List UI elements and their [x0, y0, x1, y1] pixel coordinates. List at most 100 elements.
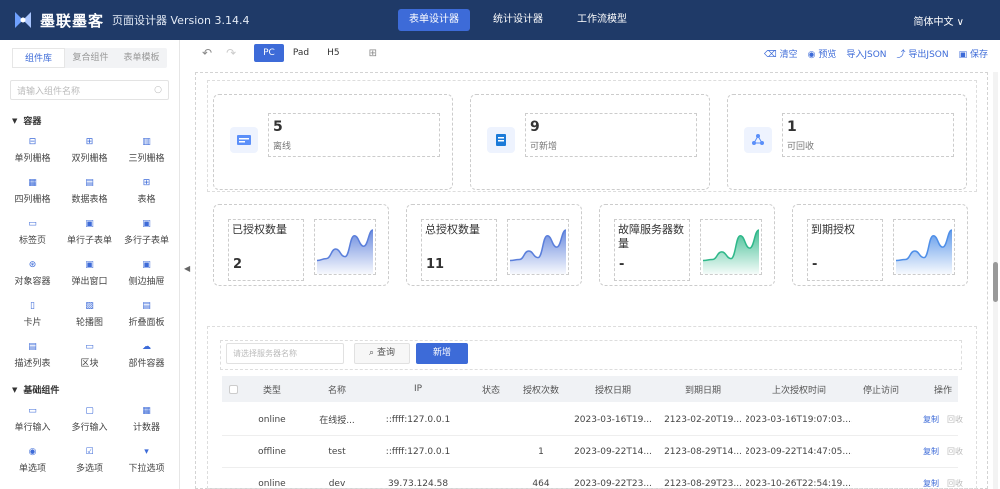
table-cell: 2123-08-29T14...	[664, 446, 742, 457]
sparkline-svg	[509, 229, 567, 274]
trash-icon: ⌫	[764, 50, 780, 60]
sparkline-chart	[314, 219, 376, 275]
component-item[interactable]: ▣ 侧边抽屉	[118, 260, 175, 287]
component-item[interactable]: ▤ 折叠面板	[118, 301, 175, 328]
nav-tab-2[interactable]: 工作流模型	[566, 9, 638, 31]
component-label: 卡片	[23, 318, 42, 328]
node-tree-icon[interactable]: ⊞	[369, 48, 377, 59]
component-item[interactable]: ▦ 四列栅格	[4, 178, 61, 205]
toolbar-action-1[interactable]: ◉ 预览	[808, 47, 837, 60]
column-header[interactable]: IP	[370, 376, 466, 402]
radio-icon: ◉	[28, 447, 37, 457]
component-item[interactable]: ▢ 多行输入	[61, 406, 118, 433]
sparkline-svg	[316, 229, 374, 274]
table-cell: offline	[258, 446, 286, 457]
column-header[interactable]: 操作	[910, 376, 976, 402]
table-row[interactable]: offline test::ffff:127.0.0.1 1 2023-09-22T1…	[222, 436, 963, 468]
table-row[interactable]: online dev 39.73.124.58 464 2023-09-22T23...…	[222, 468, 963, 489]
table-cell: 2023-09-22T14...	[574, 446, 652, 457]
side-drawer-icon: ▣	[142, 260, 151, 270]
panel-tab-1[interactable]: 复合组件	[65, 48, 116, 68]
select-icon: ▾	[144, 447, 149, 457]
table-row[interactable]: online 在线授...::ffff:127.0.0.1 2023-03-16T1…	[222, 404, 963, 436]
nav-tab-0[interactable]: 表单设计器	[398, 9, 470, 31]
component-item[interactable]: ⊛ 对象容器	[4, 260, 61, 287]
column-header[interactable]: 授权日期	[566, 376, 660, 402]
chart-stat-card[interactable]: 已授权数量 2	[213, 204, 389, 286]
stat-card-top[interactable]: 5 离线	[213, 94, 453, 190]
recycle-link[interactable]: 回收	[947, 478, 963, 489]
column-header[interactable]: 授权次数	[516, 376, 566, 402]
copy-link[interactable]: 复制	[923, 414, 939, 425]
component-item[interactable]: ▭ 区块	[61, 342, 118, 369]
component-item[interactable]: ▤ 数据表格	[61, 178, 118, 205]
scrollbar-thumb[interactable]	[993, 262, 998, 302]
device-0[interactable]: PC	[254, 44, 284, 62]
stat-value-box: 9 可新增	[525, 113, 697, 157]
canvas-scrollbar[interactable]	[993, 72, 998, 489]
toolbar-action-3[interactable]: ⤴ 导出JSON	[897, 47, 949, 60]
component-label: 弹出窗口	[71, 277, 108, 287]
column-header[interactable]: 上次授权时间	[746, 376, 852, 402]
panel-tab-0[interactable]: 组件库	[12, 48, 65, 68]
toolbar-action-2[interactable]: 导入JSON	[846, 47, 886, 60]
chart-stat-card[interactable]: 总授权数量 11	[406, 204, 582, 286]
collapse-panel-arrow-icon[interactable]: ◀	[184, 264, 190, 273]
component-item[interactable]: ◉ 单选项	[4, 447, 61, 474]
column-header[interactable]: 状态	[466, 376, 516, 402]
column-header[interactable]: 名称	[304, 376, 370, 402]
component-item[interactable]: ▣ 单行子表单	[61, 219, 118, 246]
component-item[interactable]: ▤ 描述列表	[4, 342, 61, 369]
language-select[interactable]: 简体中文 ∨	[914, 13, 965, 28]
component-item[interactable]: ▯ 卡片	[4, 301, 61, 328]
nav-tab-1[interactable]: 统计设计器	[482, 9, 554, 31]
component-item[interactable]: ▨ 轮播图	[61, 301, 118, 328]
copy-link[interactable]: 复制	[923, 478, 939, 489]
recycle-link[interactable]: 回收	[947, 414, 963, 425]
panel-tab-2[interactable]: 表单模板	[116, 48, 167, 68]
add-button[interactable]: 新增	[416, 343, 468, 364]
device-switch: PC Pad H5	[254, 44, 348, 62]
column-header[interactable]: 停止访问	[852, 376, 910, 402]
sparkline-chart	[507, 219, 569, 275]
server-name-select[interactable]: 请选择服务器名称	[226, 343, 344, 364]
component-item[interactable]: ▭ 单行输入	[4, 406, 61, 433]
section-title-1[interactable]: ▼ 基础组件	[12, 383, 179, 397]
copy-link[interactable]: 复制	[923, 446, 939, 457]
stat-card-top[interactable]: 9 可新增	[470, 94, 710, 190]
component-item[interactable]: ☑ 多选项	[61, 447, 118, 474]
toolbar-action-0[interactable]: ⌫ 清空	[764, 47, 798, 60]
column-header[interactable]: 到期日期	[660, 376, 746, 402]
component-item[interactable]: ☁ 部件容器	[118, 342, 175, 369]
column-header[interactable]: 类型	[240, 376, 304, 402]
select-all-checkbox[interactable]	[226, 376, 240, 402]
component-item[interactable]: ⊞ 表格	[118, 178, 175, 205]
component-item[interactable]: ▥ 三列栅格	[118, 137, 175, 164]
component-label: 计数器	[132, 423, 160, 433]
eye-icon: ◉	[807, 50, 819, 60]
component-item[interactable]: ▦ 计数器	[118, 406, 175, 433]
stat-card-top[interactable]: 1 可回收	[727, 94, 967, 190]
table-cell	[516, 404, 566, 435]
device-2[interactable]: H5	[318, 44, 349, 62]
search-button[interactable]: ⌕ 查询	[354, 343, 410, 364]
recycle-link[interactable]: 回收	[947, 446, 963, 457]
component-item[interactable]: ▣ 弹出窗口	[61, 260, 118, 287]
component-item[interactable]: ▣ 多行子表单	[118, 219, 175, 246]
component-item[interactable]: ⊟ 单列栅格	[4, 137, 61, 164]
undo-icon[interactable]: ↶	[202, 46, 212, 60]
component-label: 四列栅格	[14, 195, 51, 205]
chart-stat-card[interactable]: 故障服务器数量 -	[599, 204, 775, 286]
component-panel: 组件库 复合组件 表单模板 请输入组件名称 ○ ▼ 容器 ⊟ 单列栅格 ⊞ 双列栅格 ▥ 三列栅格…	[0, 40, 180, 489]
component-search-input[interactable]: 请输入组件名称 ○	[10, 80, 169, 100]
toolbar-action-4[interactable]: ▣ 保存	[959, 47, 988, 60]
toolbar-action-label: 保存	[969, 50, 988, 60]
component-item[interactable]: ▭ 标签页	[4, 219, 61, 246]
redo-icon[interactable]: ↷	[226, 46, 236, 60]
component-item[interactable]: ▾ 下拉选项	[118, 447, 175, 474]
device-1[interactable]: Pad	[284, 44, 318, 62]
section-title-0[interactable]: ▼ 容器	[12, 114, 179, 128]
component-item[interactable]: ⊞ 双列栅格	[61, 137, 118, 164]
chart-stat-card[interactable]: 到期授权 -	[792, 204, 968, 286]
chart-stat-value: -	[619, 257, 625, 272]
